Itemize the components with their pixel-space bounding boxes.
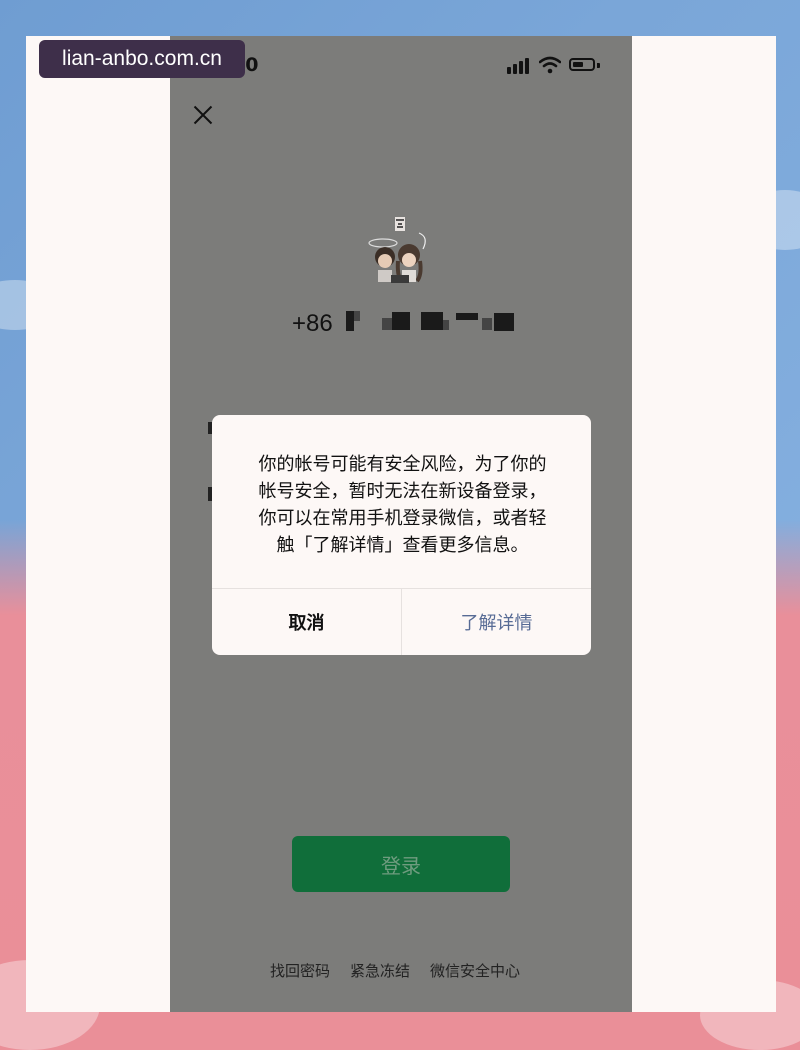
- emergency-freeze-link[interactable]: 紧急冻结: [350, 960, 410, 981]
- status-icons: [507, 56, 601, 74]
- wifi-icon: [539, 56, 561, 74]
- login-button[interactable]: 登录: [292, 836, 510, 892]
- phone-number-prefix: +86: [292, 310, 333, 337]
- avatar: [365, 215, 437, 287]
- watermark: lian-anbo.com.cn: [39, 40, 245, 78]
- dialog-message-line: 触「了解详情」查看更多信息。: [276, 535, 529, 556]
- dialog-message-line: 你的帐号可能有安全风险，为了你的: [258, 454, 547, 475]
- cancel-button[interactable]: 取消: [212, 588, 401, 655]
- dialog-message: 你的帐号可能有安全风险，为了你的 帐号安全，暂时无法在新设备登录， 你可以在常用…: [240, 451, 565, 559]
- bottom-links: 找回密码 紧急冻结 微信安全中心: [270, 960, 540, 981]
- dialog-message-line: 帐号安全，暂时无法在新设备登录，: [258, 481, 547, 502]
- close-icon[interactable]: [192, 104, 214, 126]
- battery-cap: [597, 63, 600, 68]
- battery-icon: [569, 58, 595, 71]
- dialog-message-line: 你可以在常用手机登录微信，或者轻: [258, 508, 547, 529]
- recover-password-link[interactable]: 找回密码: [270, 960, 330, 981]
- wechat-security-center-link[interactable]: 微信安全中心: [430, 960, 520, 981]
- learn-details-button[interactable]: 了解详情: [402, 588, 591, 655]
- security-alert-dialog: 你的帐号可能有安全风险，为了你的 帐号安全，暂时无法在新设备登录， 你可以在常用…: [212, 415, 591, 655]
